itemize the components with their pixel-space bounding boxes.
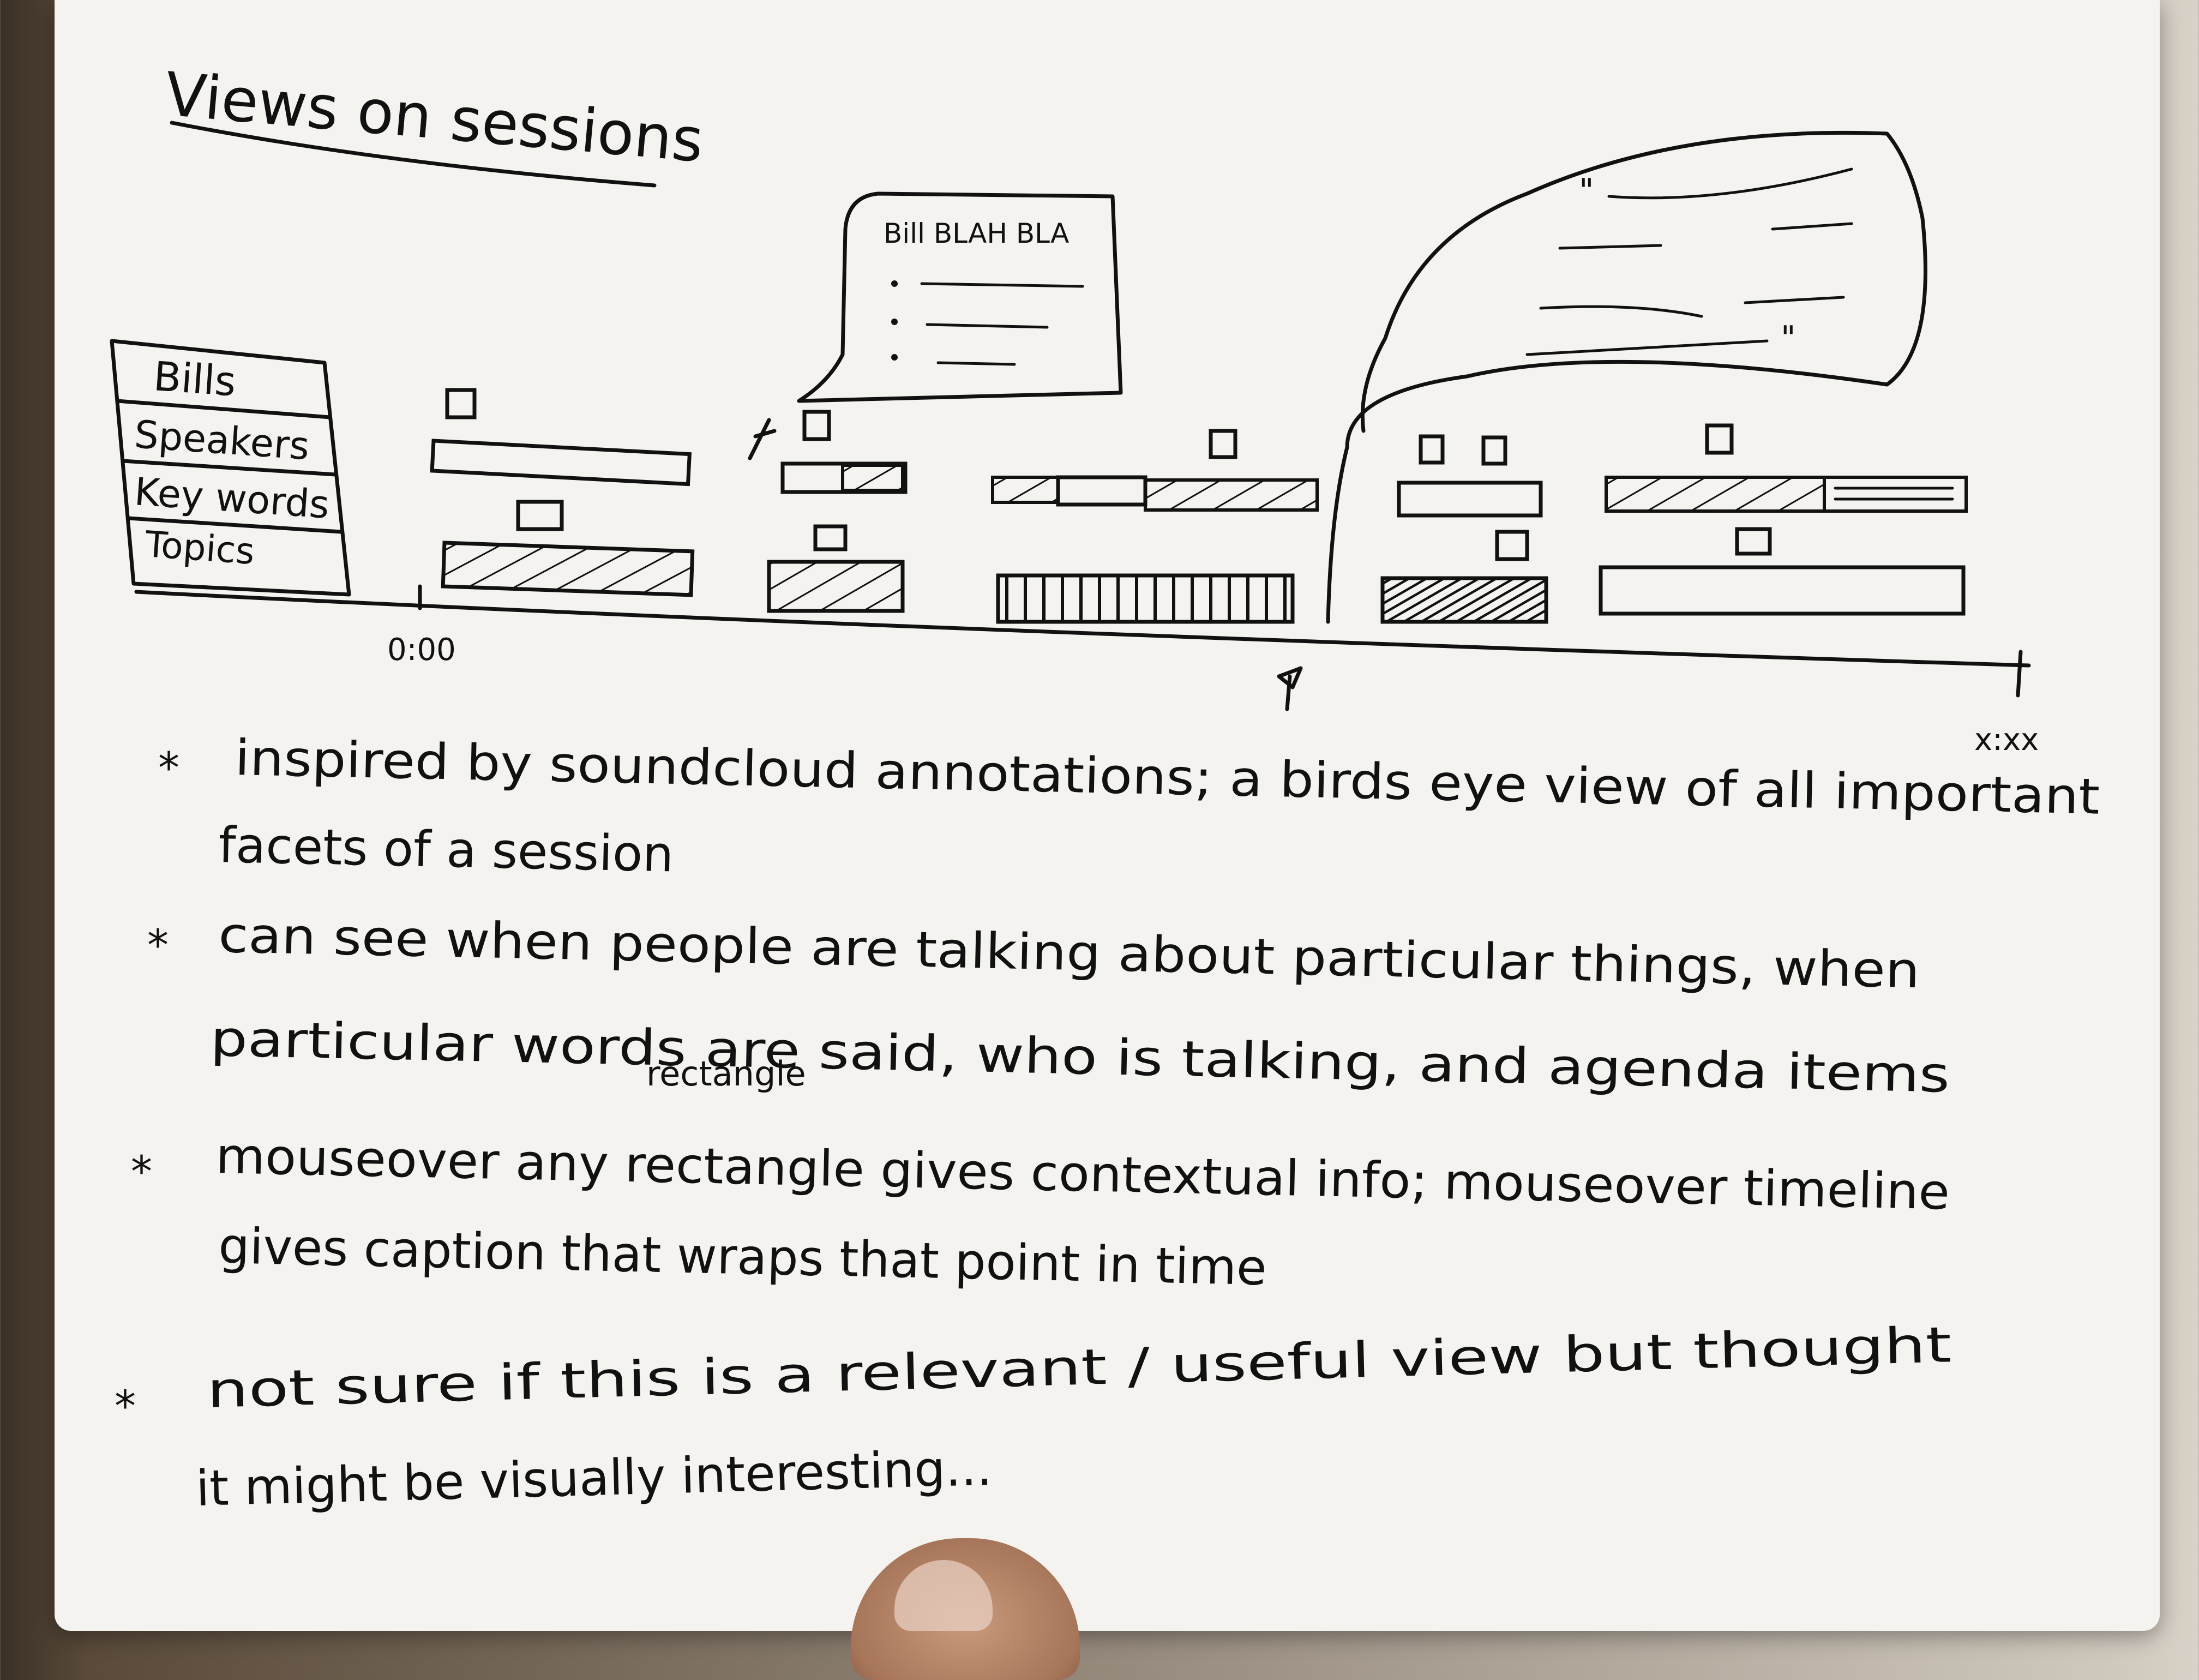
note-3-bullet: * [131,1148,152,1197]
timeline-end-tick [2016,650,2023,698]
note-1-line-2: facets of a session [218,817,675,883]
segment-rect[interactable] [1397,481,1543,518]
segment-rect[interactable] [1144,478,1319,512]
caption-quote-close: " [1781,319,1796,357]
sketch-canvas: Views on sessions Bills Speakers Key wor… [110,59,2100,1517]
notes: * inspired by soundcloud annotations; a … [115,729,2100,1517]
speakers-track[interactable] [430,439,1968,518]
segment-rect[interactable] [1605,476,1826,513]
segment-rect[interactable] [991,476,1060,504]
caption-popup: " " [1326,130,1927,624]
legend-item-bills: Bills [152,353,238,405]
note-1-line-1: inspired by soundcloud annotations; a bi… [235,729,2100,826]
cursor-icon [1277,666,1303,711]
marker-icon[interactable] [516,500,564,531]
bill-popup: Bill BLAH BLA [797,191,1123,403]
timeline-start-label: 0:00 [387,632,456,668]
timeline-end-label: x:xx [1974,722,2039,758]
note-4-bullet: * [115,1382,136,1431]
segment-rect[interactable] [767,560,905,613]
segment-rect[interactable] [996,573,1295,624]
legend-box: Bills Speakers Key words Topics [110,339,351,597]
cursor-icon [748,418,777,460]
note-3-line-2: gives caption that wraps that point in t… [218,1217,1267,1297]
marker-icon[interactable] [1419,434,1445,465]
note-2-line-1: can see when people are talking about pa… [218,907,1921,999]
note-1-bullet: * [158,744,179,793]
legend-item-topics: Topics [143,523,256,573]
title-group: Views on sessions [163,59,706,188]
marker-icon[interactable] [1735,527,1772,556]
page-title: Views on sessions [163,59,706,176]
note-3-line-1: mouseover any rectangle gives contextual… [215,1127,1951,1221]
note-2-bullet: * [147,921,169,970]
marker-icon[interactable] [445,388,477,419]
caption-quote-open: " [1579,172,1594,210]
segment-rect[interactable] [1823,476,1968,513]
segment-rect[interactable] [1056,475,1147,507]
segment-rect[interactable] [1380,576,1548,624]
marker-icon[interactable] [1209,429,1237,459]
marker-icon[interactable] [813,524,848,551]
segment-rect[interactable] [1599,565,1966,616]
segment-rect[interactable] [430,439,692,487]
bill-popup-title: Bill BLAH BLA [884,218,1069,249]
note-4-line-2: it might be visually interesting... [195,1439,993,1517]
note-3-correction: rectangle [646,1054,806,1094]
legend-item-speakers: Speakers [133,412,311,469]
segment-rect[interactable] [841,464,904,492]
segment-rect[interactable] [441,541,695,597]
marker-icon[interactable] [1705,423,1734,455]
note-4-line-1: not sure if this is a relevant / useful … [206,1316,1952,1419]
marker-icon[interactable] [802,410,831,441]
note-2-line-2: particular words are said, who is talkin… [210,1010,1950,1104]
marker-icon[interactable] [1495,530,1529,561]
marker-icon[interactable] [1481,435,1507,466]
